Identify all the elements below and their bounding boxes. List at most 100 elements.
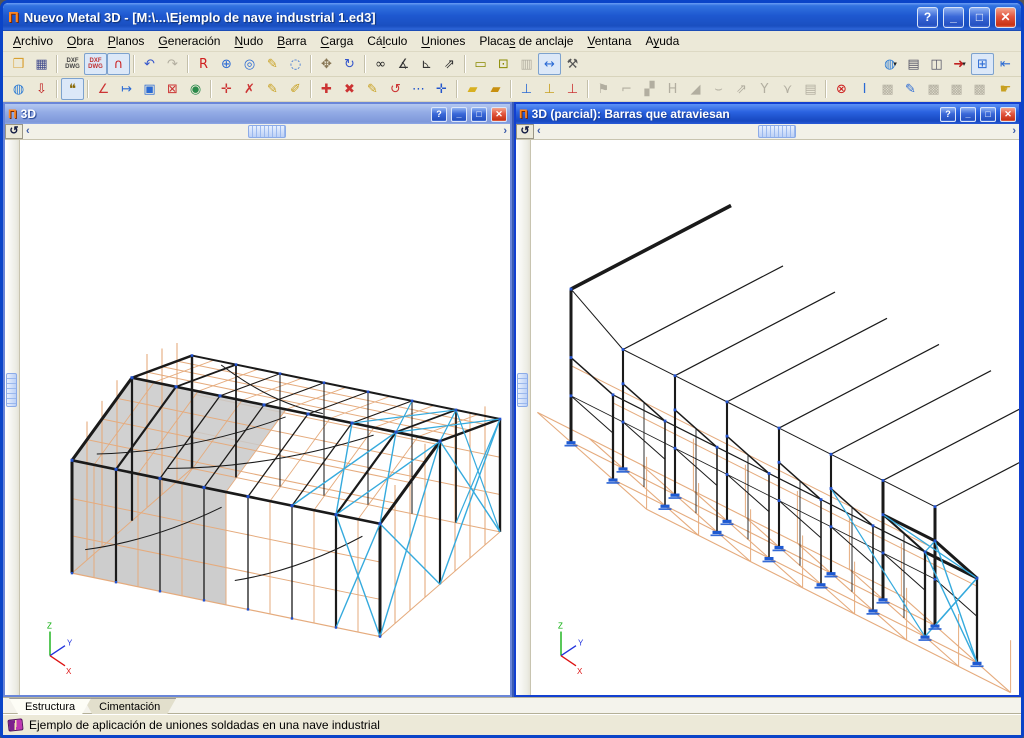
viewport-3d-maximize-button[interactable]: □ xyxy=(471,106,487,122)
import-icon[interactable]: ⇩ xyxy=(30,78,53,100)
bar-add-icon[interactable]: ✚ xyxy=(315,78,338,100)
stop-calculation-icon[interactable]: ⊗ xyxy=(830,78,853,100)
rectangle-center-icon[interactable]: ⊡ xyxy=(492,53,515,75)
comments-icon[interactable]: ❝ xyxy=(61,78,84,100)
menu-barra[interactable]: Barra xyxy=(270,32,313,50)
bar-delete-icon[interactable]: ✖ xyxy=(338,78,361,100)
window-shift-icon[interactable]: ⇤ xyxy=(994,53,1017,75)
menu-placas-de-anclaje[interactable]: Placas de anclaje xyxy=(472,32,580,50)
measure-icon[interactable]: ⇗ xyxy=(438,53,461,75)
viewport-3d-partial-titlebar[interactable]: Π 3D (parcial): Barras que atraviesan ? … xyxy=(516,104,1019,124)
zoom-window-icon[interactable]: R xyxy=(192,53,215,75)
view-axes-icon[interactable]: ◉ xyxy=(184,78,207,100)
section-icon[interactable]: I xyxy=(853,78,876,100)
vertical-rotate-track[interactable] xyxy=(516,140,531,695)
export-icon[interactable]: ➜ ▾ xyxy=(948,53,971,75)
joint-edit-icon[interactable]: ✎ xyxy=(899,78,922,100)
group-select-icon[interactable]: ▣ xyxy=(138,78,161,100)
tools-icon[interactable]: ⚒ xyxy=(561,53,584,75)
bar-rotate-icon[interactable]: ↺ xyxy=(384,78,407,100)
buckling-delete-icon[interactable]: ⊥ xyxy=(561,78,584,100)
web-services-icon[interactable]: ◍ ▾ xyxy=(879,53,902,75)
print-icon[interactable]: ▤ xyxy=(902,53,925,75)
node-add-icon[interactable]: ✛ xyxy=(215,78,238,100)
group-delete-icon[interactable]: ⊠ xyxy=(161,78,184,100)
regenerate-icon[interactable]: ↻ xyxy=(338,53,361,75)
viewport-3d-close-button[interactable]: ✕ xyxy=(491,106,507,122)
zoom-previous-icon[interactable]: ◌ xyxy=(284,53,307,75)
redraw-icon[interactable]: ✎ xyxy=(261,53,284,75)
svg-text:Y: Y xyxy=(67,639,73,648)
buckling-add-icon[interactable]: ⊥ xyxy=(515,78,538,100)
menu-nudo[interactable]: Nudo xyxy=(227,32,270,50)
dimension-add-icon[interactable]: ↦ xyxy=(115,78,138,100)
viewport-3d-help-button[interactable]: ? xyxy=(431,106,447,122)
viewport-3d-partial-close-button[interactable]: ✕ xyxy=(1000,106,1016,122)
dxf-template-icon[interactable]: DXF DWG xyxy=(61,53,84,75)
menu-calculo[interactable]: Cálculo xyxy=(360,32,414,50)
horizontal-rotate-thumb[interactable] xyxy=(757,125,796,138)
dxf-layers-icon[interactable]: DXF DWG xyxy=(84,53,107,75)
tab-cimentacion[interactable]: Cimentación xyxy=(83,698,176,714)
close-button[interactable]: ✕ xyxy=(995,6,1016,28)
scroll-left-icon[interactable]: ‹ xyxy=(26,126,30,137)
rotate-view-icon[interactable]: ∡ xyxy=(392,53,415,75)
menu-planos[interactable]: Planos xyxy=(101,32,152,50)
viewport-canvas-3d-partial[interactable]: Z Y X xyxy=(531,140,1019,695)
scroll-right-icon[interactable]: › xyxy=(503,126,507,137)
save-icon[interactable]: ▦ xyxy=(30,53,53,75)
menu-ventana[interactable]: Ventana xyxy=(580,32,638,50)
undo-icon[interactable]: ↶ xyxy=(138,53,161,75)
viewport-3d-titlebar[interactable]: Π 3D ? _ □ ✕ xyxy=(5,104,510,124)
bar-edit-icon[interactable]: ✎ xyxy=(361,78,384,100)
zoom-extents-icon[interactable]: ⊕ xyxy=(215,53,238,75)
menu-carga[interactable]: Carga xyxy=(314,32,361,50)
globe-icon[interactable]: ◍ xyxy=(7,78,30,100)
ortho-icon[interactable]: ⊾ xyxy=(415,53,438,75)
profile-edit-icon[interactable]: ▰ xyxy=(484,78,507,100)
minimize-button[interactable]: _ xyxy=(943,6,964,28)
panel-hand-icon[interactable]: ☛ xyxy=(994,78,1017,100)
vertical-rotate-track[interactable] xyxy=(5,140,20,695)
scroll-right-icon[interactable]: › xyxy=(1012,126,1016,137)
support-edit-icon[interactable]: ✐ xyxy=(284,78,307,100)
svg-text:X: X xyxy=(66,667,72,676)
axes-icon[interactable]: ∠ xyxy=(92,78,115,100)
menu-uniones[interactable]: Uniones xyxy=(414,32,472,50)
buckling-edit-icon[interactable]: ⊥ xyxy=(538,78,561,100)
capture-icon[interactable]: ◫ xyxy=(925,53,948,75)
window-tile-icon[interactable]: ⊞ xyxy=(971,53,994,75)
menu-archivo[interactable]: Archivo xyxy=(6,32,60,50)
help-button[interactable]: ? xyxy=(917,6,938,28)
vertical-rotate-thumb[interactable] xyxy=(6,373,17,408)
menu-ayuda[interactable]: Ayuda xyxy=(638,32,686,50)
open-icon[interactable]: ❒ xyxy=(7,53,30,75)
bar-divide-icon[interactable]: ⋯ xyxy=(407,78,430,100)
dimension-icon[interactable]: ↔ xyxy=(538,53,561,75)
viewport-3d-minimize-button[interactable]: _ xyxy=(451,106,467,122)
rotate-reset-icon[interactable]: ↺ xyxy=(5,124,23,139)
viewport-3d-partial-maximize-button[interactable]: □ xyxy=(980,106,996,122)
zoom-x2-icon[interactable]: ◎ xyxy=(238,53,261,75)
profile-series-icon[interactable]: ▰ xyxy=(461,78,484,100)
horizontal-rotate-thumb[interactable] xyxy=(247,125,286,138)
horizontal-rotate-track[interactable]: ‹ › xyxy=(23,124,510,139)
horizontal-rotate-track[interactable]: ‹ › xyxy=(534,124,1019,139)
menu-generacion[interactable]: Generación xyxy=(151,32,227,50)
rectangle-icon[interactable]: ▭ xyxy=(469,53,492,75)
bar-node-icon[interactable]: ✛ xyxy=(430,78,453,100)
node-edit-icon[interactable]: ✎ xyxy=(261,78,284,100)
tab-estructura[interactable]: Estructura xyxy=(9,698,91,714)
pan-icon[interactable]: ✥ xyxy=(315,53,338,75)
scroll-left-icon[interactable]: ‹ xyxy=(537,126,541,137)
menu-obra[interactable]: Obra xyxy=(60,32,101,50)
viewport-3d-partial-minimize-button[interactable]: _ xyxy=(960,106,976,122)
viewport-3d-partial-help-button[interactable]: ? xyxy=(940,106,956,122)
viewport-canvas-3d[interactable]: Z Y X xyxy=(20,140,510,695)
vertical-rotate-thumb[interactable] xyxy=(517,373,528,408)
search-icon[interactable]: ∞ xyxy=(369,53,392,75)
maximize-button[interactable]: □ xyxy=(969,6,990,28)
node-delete-icon[interactable]: ✗ xyxy=(238,78,261,100)
rotate-reset-icon[interactable]: ↺ xyxy=(516,124,534,139)
magnet-icon[interactable]: ∩ xyxy=(107,53,130,75)
